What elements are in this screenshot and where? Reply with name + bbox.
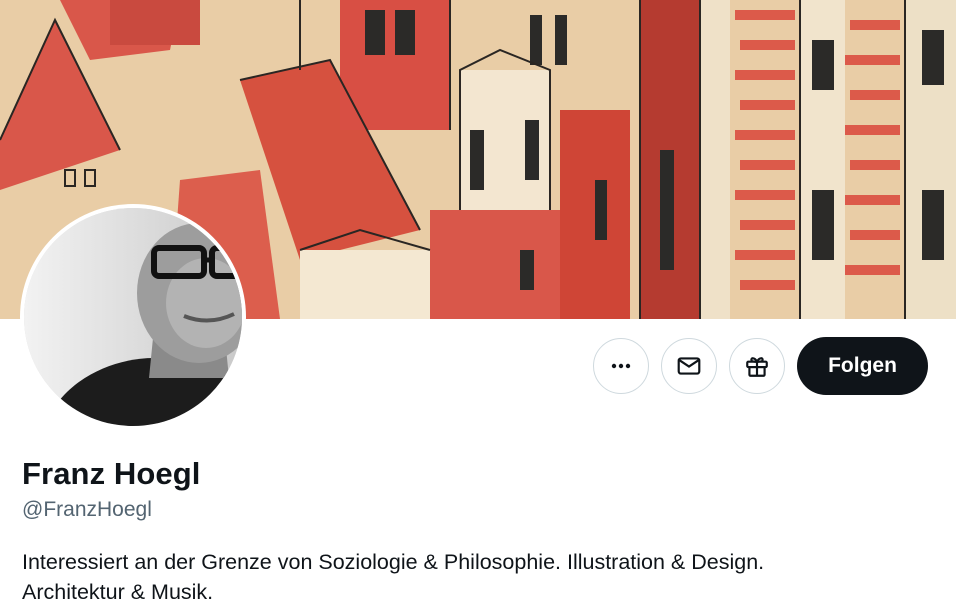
follow-button[interactable]: Folgen: [797, 337, 928, 395]
envelope-icon: [677, 357, 701, 375]
gift-button[interactable]: [729, 338, 785, 394]
profile-bio-line: Architektur & Musik.: [22, 580, 214, 604]
message-button[interactable]: [661, 338, 717, 394]
profile-bio-line: Interessiert an der Grenze von Soziologi…: [22, 550, 765, 574]
profile-avatar-frame: [20, 204, 246, 430]
profile-avatar[interactable]: [24, 208, 242, 426]
more-horizontal-icon: [611, 363, 631, 369]
profile-display-name: Franz Hoegl: [22, 456, 201, 491]
profile-actions: Folgen: [593, 337, 928, 395]
gift-icon: [746, 357, 768, 377]
profile-handle: @FranzHoegl: [22, 498, 152, 521]
profile-bio: Interessiert an der Grenze von Soziologi…: [22, 547, 932, 607]
profile-page: Folgen Franz Hoegl @FranzHoegl Interessi…: [0, 0, 956, 610]
more-button[interactable]: [593, 338, 649, 394]
